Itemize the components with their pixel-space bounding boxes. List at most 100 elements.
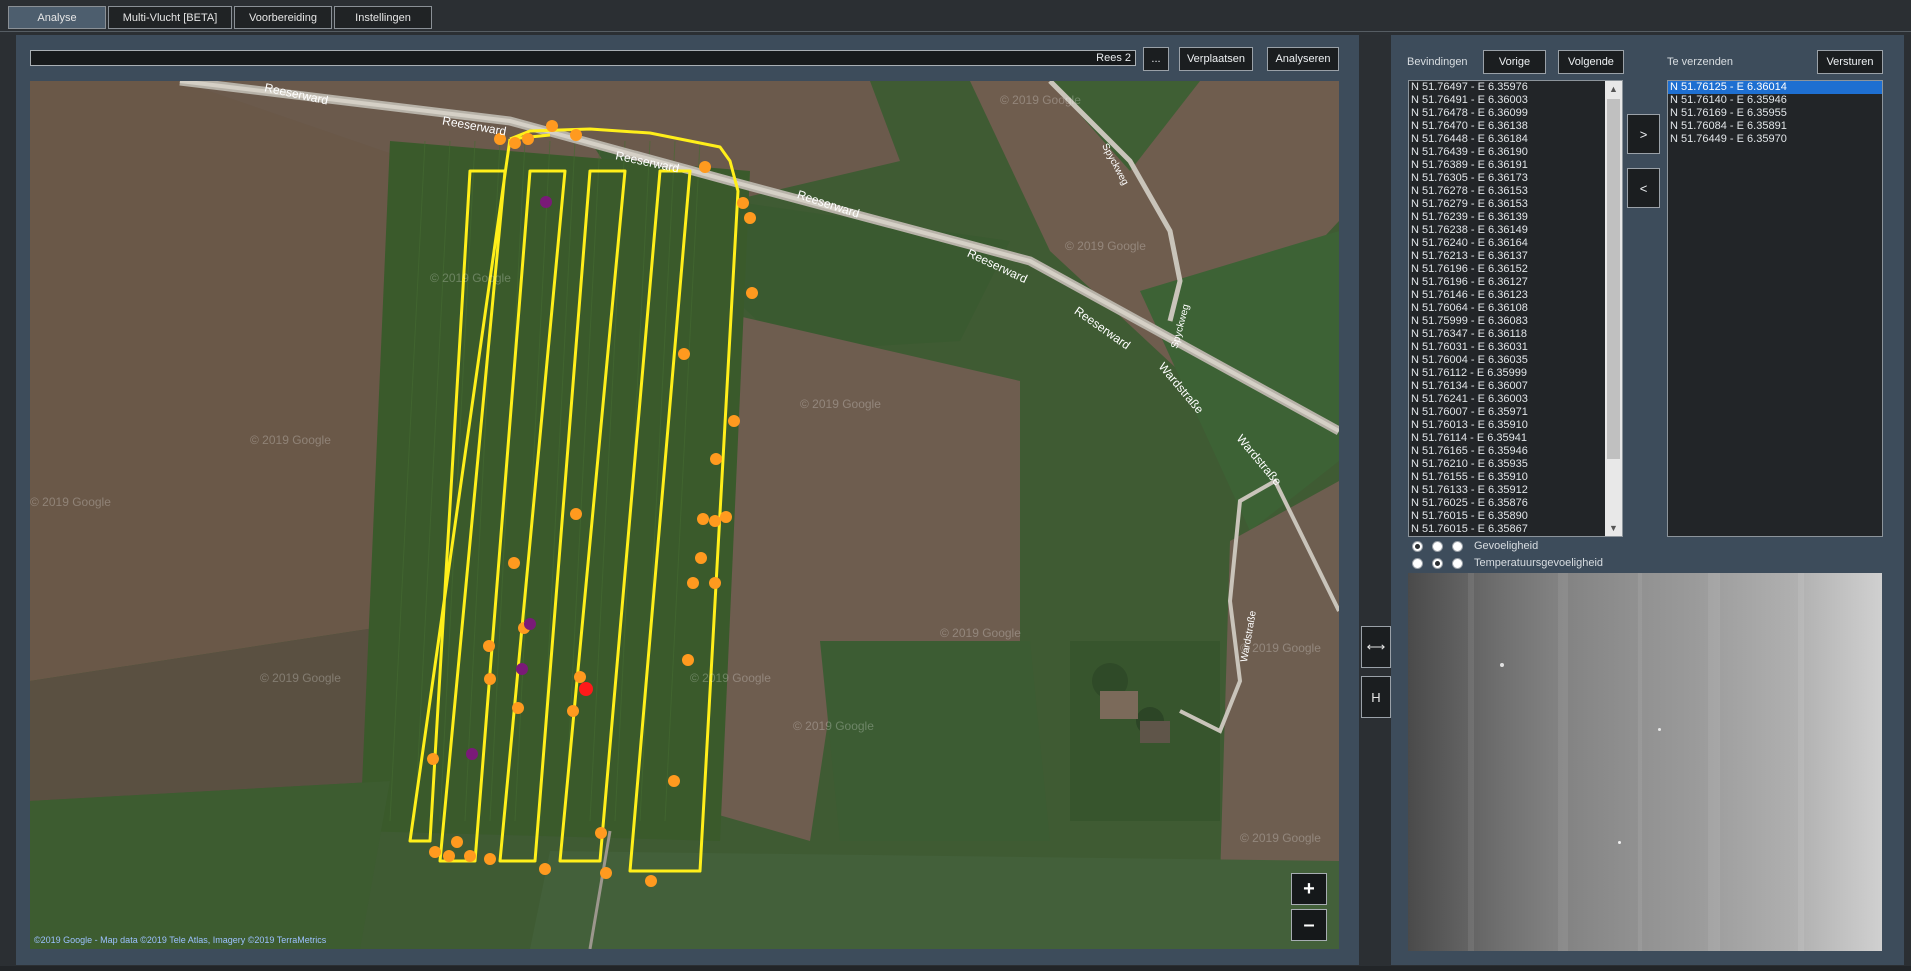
map-watermark: © 2019 Google [250, 433, 331, 447]
send-item[interactable]: N 51.76125 - E 6.36014 [1668, 81, 1882, 94]
finding-item[interactable]: N 51.76278 - E 6.36153 [1409, 185, 1622, 198]
finding-item[interactable]: N 51.76497 - E 6.35976 [1409, 81, 1622, 94]
finding-item[interactable]: N 51.76114 - E 6.35941 [1409, 432, 1622, 445]
finding-item[interactable]: N 51.76439 - E 6.36190 [1409, 146, 1622, 159]
finding-item[interactable]: N 51.76213 - E 6.36137 [1409, 250, 1622, 263]
map-watermark: © 2019 Google [30, 495, 111, 509]
finding-item[interactable]: N 51.76240 - E 6.36164 [1409, 237, 1622, 250]
finding-item[interactable]: N 51.76239 - E 6.36139 [1409, 211, 1622, 224]
finding-item[interactable]: N 51.76007 - E 6.35971 [1409, 406, 1622, 419]
flight-path-field[interactable]: Rees 2 [30, 50, 1136, 66]
map-attribution: ©2019 Google - Map data ©2019 Tele Atlas… [34, 935, 327, 945]
map-canvas [30, 81, 1339, 949]
h-button[interactable]: H [1361, 676, 1391, 718]
move-button[interactable]: Verplaatsen [1179, 47, 1253, 71]
next-button[interactable]: Volgende [1558, 50, 1624, 74]
finding-item[interactable]: N 51.76025 - E 6.35876 [1409, 497, 1622, 510]
finding-item[interactable]: N 51.76238 - E 6.36149 [1409, 224, 1622, 237]
finding-item[interactable]: N 51.75999 - E 6.36083 [1409, 315, 1622, 328]
sensitivity-radio-1[interactable] [1412, 541, 1423, 552]
send-button[interactable]: Versturen [1817, 50, 1883, 74]
map-watermark: © 2019 Google [1065, 239, 1146, 253]
finding-item[interactable]: N 51.76279 - E 6.36153 [1409, 198, 1622, 211]
to-send-list[interactable]: N 51.76125 - E 6.36014 N 51.76140 - E 6.3… [1667, 80, 1883, 537]
tab-instellingen[interactable]: Instellingen [334, 6, 432, 29]
divider [0, 31, 1911, 32]
thermal-hotspot [1500, 663, 1504, 667]
findings-items: N 51.76497 - E 6.35976 N 51.76491 - E 6.3… [1409, 81, 1622, 536]
scroll-down-icon[interactable]: ▼ [1605, 520, 1622, 536]
finding-item[interactable]: N 51.76015 - E 6.35890 [1409, 510, 1622, 523]
thermal-hotspot [1658, 728, 1661, 731]
finding-item[interactable]: N 51.76241 - E 6.36003 [1409, 393, 1622, 406]
finding-item[interactable]: N 51.76064 - E 6.36108 [1409, 302, 1622, 315]
zoom-out-button[interactable]: – [1291, 909, 1327, 941]
scroll-thumb[interactable] [1607, 99, 1620, 459]
scroll-up-icon[interactable]: ▲ [1605, 81, 1622, 97]
previous-button[interactable]: Vorige [1483, 50, 1546, 74]
thermal-streak [1558, 573, 1568, 951]
finding-item[interactable]: N 51.76146 - E 6.36123 [1409, 289, 1622, 302]
thermal-streak [1468, 573, 1474, 951]
thermal-streak [1798, 573, 1804, 951]
map-watermark: © 2019 Google [1240, 641, 1321, 655]
findings-scrollbar[interactable]: ▲ ▼ [1605, 81, 1622, 536]
finding-item[interactable]: N 51.76004 - E 6.36035 [1409, 354, 1622, 367]
send-item[interactable]: N 51.76084 - E 6.35891 [1668, 120, 1882, 133]
send-item[interactable]: N 51.76449 - E 6.35970 [1668, 133, 1882, 146]
map-watermark: © 2019 Google [793, 719, 874, 733]
finding-item[interactable]: N 51.76013 - E 6.35910 [1409, 419, 1622, 432]
tab-multi-vlucht[interactable]: Multi-Vlucht [BETA] [108, 6, 232, 29]
satellite-map[interactable]: Reeserward Reeserward Reeserward Reeserw… [30, 81, 1339, 949]
add-to-send-button[interactable]: > [1627, 114, 1660, 154]
sensitivity-label: Gevoeligheid [1474, 540, 1539, 552]
finding-item[interactable]: N 51.76478 - E 6.36099 [1409, 107, 1622, 120]
finding-item[interactable]: N 51.76133 - E 6.35912 [1409, 484, 1622, 497]
swap-icon[interactable]: ⟷ [1361, 626, 1391, 668]
finding-item[interactable]: N 51.76470 - E 6.36138 [1409, 120, 1622, 133]
finding-item[interactable]: N 51.76448 - E 6.36184 [1409, 133, 1622, 146]
temp-sensitivity-radio-2[interactable] [1432, 558, 1443, 569]
finding-item[interactable]: N 51.76112 - E 6.35999 [1409, 367, 1622, 380]
to-send-label: Te verzenden [1667, 56, 1734, 68]
thermal-streak [1638, 573, 1642, 951]
thermal-streak [1708, 573, 1720, 951]
finding-item[interactable]: N 51.76491 - E 6.36003 [1409, 94, 1622, 107]
finding-item[interactable]: N 51.76134 - E 6.36007 [1409, 380, 1622, 393]
finding-item[interactable]: N 51.76031 - E 6.36031 [1409, 341, 1622, 354]
finding-item[interactable]: N 51.76389 - E 6.36191 [1409, 159, 1622, 172]
thermal-image [1408, 573, 1882, 951]
map-watermark: © 2019 Google [800, 397, 881, 411]
analyze-button[interactable]: Analyseren [1267, 47, 1339, 71]
sensitivity-radio-3[interactable] [1452, 541, 1463, 552]
finding-item[interactable]: N 51.76196 - E 6.36127 [1409, 276, 1622, 289]
map-watermark: © 2019 Google [430, 271, 511, 285]
finding-item[interactable]: N 51.76155 - E 6.35910 [1409, 471, 1622, 484]
send-item[interactable]: N 51.76140 - E 6.35946 [1668, 94, 1882, 107]
status-strip [0, 966, 1911, 971]
finding-item[interactable]: N 51.76165 - E 6.35946 [1409, 445, 1622, 458]
finding-item[interactable]: N 51.76196 - E 6.36152 [1409, 263, 1622, 276]
map-watermark: © 2019 Google [1000, 93, 1081, 107]
finding-item[interactable]: N 51.76347 - E 6.36118 [1409, 328, 1622, 341]
map-watermark: © 2019 Google [690, 671, 771, 685]
sensitivity-radio-2[interactable] [1432, 541, 1443, 552]
findings-list[interactable]: N 51.76497 - E 6.35976 N 51.76491 - E 6.3… [1408, 80, 1623, 537]
finding-item[interactable]: N 51.76015 - E 6.35867 [1409, 523, 1622, 536]
map-watermark: © 2019 Google [940, 626, 1021, 640]
finding-item[interactable]: N 51.76305 - E 6.36173 [1409, 172, 1622, 185]
temp-sensitivity-radio-3[interactable] [1452, 558, 1463, 569]
send-items: N 51.76125 - E 6.36014 N 51.76140 - E 6.3… [1668, 81, 1882, 146]
temp-sensitivity-label: Temperatuursgevoeligheid [1474, 557, 1604, 569]
tab-analyse[interactable]: Analyse [8, 6, 106, 29]
tab-bar: Analyse Multi-Vlucht [BETA] Voorbereidin… [8, 6, 434, 31]
findings-label: Bevindingen [1407, 56, 1468, 68]
thermal-hotspot [1618, 841, 1621, 844]
browse-button[interactable]: ... [1143, 47, 1169, 71]
zoom-in-button[interactable]: + [1291, 873, 1327, 905]
remove-from-send-button[interactable]: < [1627, 168, 1660, 208]
send-item[interactable]: N 51.76169 - E 6.35955 [1668, 107, 1882, 120]
finding-item[interactable]: N 51.76210 - E 6.35935 [1409, 458, 1622, 471]
tab-voorbereiding[interactable]: Voorbereiding [234, 6, 332, 29]
temp-sensitivity-radio-1[interactable] [1412, 558, 1423, 569]
